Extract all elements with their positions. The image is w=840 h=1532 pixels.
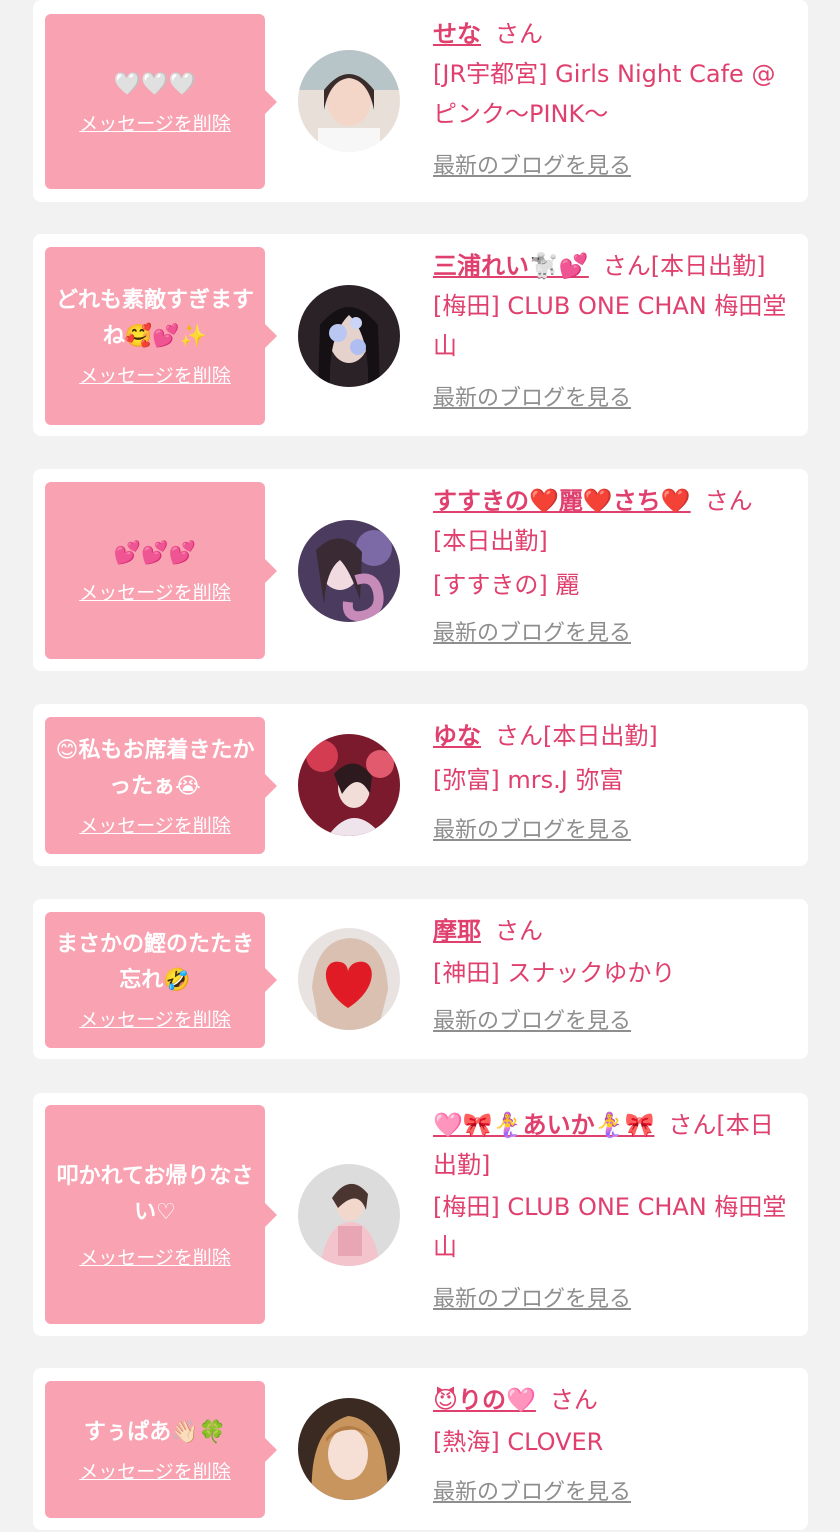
- message-card: 💕💕💕 メッセージを削除 すすきの❤️麗❤️さち❤️ さん [本日出勤] [すすき…: [33, 469, 808, 671]
- sender-suffix: さん: [495, 917, 543, 945]
- avatar[interactable]: [298, 285, 400, 387]
- message-card: 😊私もお席着きたかったぁ😭 メッセージを削除 ゆな さん[本日出勤] [弥富] m…: [33, 704, 808, 866]
- delete-message-link[interactable]: メッセージを削除: [79, 1007, 231, 1033]
- shop-name: [すすきの] 麗: [433, 571, 580, 599]
- shop-name: [梅田] CLUB ONE CHAN 梅田堂山: [433, 1193, 787, 1261]
- avatar[interactable]: [298, 1398, 400, 1500]
- message-bubble: 叩かれてお帰りなさい♡ メッセージを削除: [45, 1105, 277, 1324]
- sender-name-link[interactable]: ゆな: [433, 722, 481, 750]
- sender-name-link[interactable]: 摩耶: [433, 917, 481, 945]
- message-card: 🤍🤍🤍 メッセージを削除 せな さん [JR宇都宮] Girls Night Ca…: [33, 0, 808, 202]
- message-card: どれも素敵すぎますね🥰💕✨ メッセージを削除 三浦れい🐩💕 さん[本日出勤] [梅…: [33, 234, 808, 436]
- delete-message-link[interactable]: メッセージを削除: [79, 580, 231, 606]
- delete-message-link[interactable]: メッセージを削除: [79, 813, 231, 839]
- avatar[interactable]: [298, 50, 400, 152]
- delete-message-link[interactable]: メッセージを削除: [79, 111, 231, 137]
- message-card: まさかの鰹のたたき忘れ🤣 メッセージを削除 摩耶 さん [神田] スナックゆかり …: [33, 899, 808, 1059]
- shop-name: [梅田] CLUB ONE CHAN 梅田堂山: [433, 292, 787, 360]
- sender-info: 三浦れい🐩💕 さん[本日出勤] [梅田] CLUB ONE CHAN 梅田堂山 最…: [433, 246, 793, 412]
- sender-info: せな さん [JR宇都宮] Girls Night Cafe @ピンク〜PINK〜…: [433, 14, 793, 180]
- shop-name: [神田] スナックゆかり: [433, 959, 676, 987]
- sender-suffix: さん: [549, 1386, 598, 1414]
- message-bubble: すぅぱあ👋🏻🍀 メッセージを削除: [45, 1381, 277, 1518]
- delete-message-link[interactable]: メッセージを削除: [79, 1459, 231, 1485]
- avatar[interactable]: [298, 734, 400, 836]
- message-bubble: どれも素敵すぎますね🥰💕✨ メッセージを削除: [45, 247, 277, 425]
- message-text: どれも素敵すぎますね🥰💕✨: [55, 288, 254, 349]
- blog-link[interactable]: 最新のブログを見る: [433, 1281, 631, 1313]
- sender-name-link[interactable]: すすきの❤️麗❤️さち❤️: [433, 487, 691, 515]
- sender-suffix: さん: [704, 487, 753, 515]
- sender-suffix: さん[本日出勤]: [602, 252, 766, 280]
- avatar[interactable]: [298, 1164, 400, 1266]
- blog-link[interactable]: 最新のブログを見る: [433, 1474, 631, 1506]
- sender-name-link[interactable]: せな: [433, 20, 481, 48]
- blog-link[interactable]: 最新のブログを見る: [433, 615, 631, 647]
- attendance-status: [本日出勤]: [433, 527, 548, 555]
- shop-name: [熱海] CLOVER: [433, 1428, 604, 1456]
- delete-message-link[interactable]: メッセージを削除: [79, 1245, 231, 1271]
- sender-info: 😈りの🩷 さん [熱海] CLOVER 最新のブログを見る: [433, 1380, 793, 1506]
- sender-name-link[interactable]: 😈りの🩷: [433, 1386, 536, 1414]
- sender-info: すすきの❤️麗❤️さち❤️ さん [本日出勤] [すすきの] 麗 最新のブログを見…: [433, 481, 793, 647]
- sender-info: ゆな さん[本日出勤] [弥富] mrs.J 弥富 最新のブログを見る: [433, 716, 793, 844]
- message-bubble: 💕💕💕 メッセージを削除: [45, 482, 277, 659]
- blog-link[interactable]: 最新のブログを見る: [433, 148, 631, 180]
- message-bubble: 🤍🤍🤍 メッセージを削除: [45, 14, 277, 189]
- message-card: すぅぱあ👋🏻🍀 メッセージを削除 😈りの🩷 さん [熱海] CLOVER 最新のブ…: [33, 1368, 808, 1530]
- message-text: 💕💕💕: [113, 540, 197, 566]
- sender-info: 🩷🎀🧜‍♀️あいか🧜‍♀️🎀 さん[本日出勤] [梅田] CLUB ONE CHA…: [433, 1105, 793, 1313]
- message-text: まさかの鰹のたたき忘れ🤣: [55, 932, 254, 993]
- message-text: 🤍🤍🤍: [113, 71, 197, 97]
- sender-name-link[interactable]: 🩷🎀🧜‍♀️あいか🧜‍♀️🎀: [433, 1111, 654, 1139]
- sender-suffix: さん[本日出勤]: [495, 722, 658, 750]
- shop-name: [JR宇都宮] Girls Night Cafe @ピンク〜PINK〜: [433, 60, 776, 128]
- message-text: 叩かれてお帰りなさい♡: [56, 1163, 254, 1225]
- delete-message-link[interactable]: メッセージを削除: [79, 363, 231, 389]
- message-bubble: 😊私もお席着きたかったぁ😭 メッセージを削除: [45, 717, 277, 854]
- avatar[interactable]: [298, 928, 400, 1030]
- sender-suffix: さん: [495, 20, 543, 48]
- sender-name-link[interactable]: 三浦れい🐩💕: [433, 252, 589, 280]
- message-bubble: まさかの鰹のたたき忘れ🤣 メッセージを削除: [45, 912, 277, 1048]
- message-text: 😊私もお席着きたかったぁ😭: [55, 737, 255, 799]
- blog-link[interactable]: 最新のブログを見る: [433, 380, 631, 412]
- sender-info: 摩耶 さん [神田] スナックゆかり 最新のブログを見る: [433, 911, 793, 1035]
- message-card: 叩かれてお帰りなさい♡ メッセージを削除 🩷🎀🧜‍♀️あいか🧜‍♀️🎀 さん[本日…: [33, 1093, 808, 1336]
- shop-name: [弥富] mrs.J 弥富: [433, 766, 624, 794]
- message-text: すぅぱあ👋🏻🍀: [83, 1419, 227, 1445]
- blog-link[interactable]: 最新のブログを見る: [433, 1003, 631, 1035]
- avatar[interactable]: [298, 520, 400, 622]
- blog-link[interactable]: 最新のブログを見る: [433, 812, 631, 844]
